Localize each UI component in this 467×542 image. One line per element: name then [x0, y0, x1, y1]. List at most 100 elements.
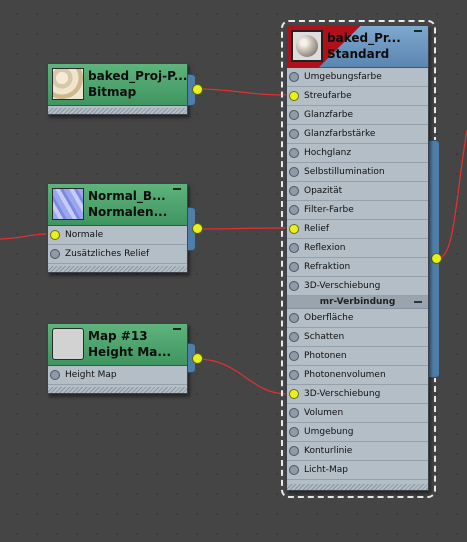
slot-hochglanz[interactable]: Hochglanz [287, 144, 428, 163]
slot-filter-farbe[interactable]: Filter-Farbe [287, 201, 428, 220]
collapse-icon[interactable] [173, 188, 181, 190]
material-sphere-thumbnail [291, 30, 323, 62]
input-port[interactable] [289, 332, 299, 342]
slot-label: Konturlinie [304, 446, 353, 456]
slot-oberflaeche[interactable]: Oberfläche [287, 309, 428, 328]
input-port[interactable] [289, 148, 299, 158]
node-normal-bump[interactable]: Normal_B... Normalen... Normale Zusätzli… [47, 183, 188, 273]
slot-zusaetzliches-relief[interactable]: Zusätzliches Relief [48, 245, 187, 264]
resize-grip[interactable] [48, 266, 187, 272]
slot-label: Filter-Farbe [304, 205, 354, 215]
input-port[interactable] [50, 249, 60, 259]
output-port[interactable] [431, 253, 442, 264]
input-port[interactable] [289, 351, 299, 361]
input-port[interactable] [289, 186, 299, 196]
normal-map-thumbnail [52, 188, 84, 220]
input-port[interactable] [289, 370, 299, 380]
input-port[interactable] [289, 110, 299, 120]
node-header[interactable]: baked_Pr... Standard [287, 26, 428, 68]
input-port-active[interactable] [289, 224, 299, 234]
wire-standard-output [436, 129, 467, 260]
input-port[interactable] [289, 281, 299, 291]
slot-glanzfarbe[interactable]: Glanzfarbe [287, 106, 428, 125]
slot-label: Oberfläche [304, 313, 354, 323]
slot-refraktion[interactable]: Refraktion [287, 258, 428, 277]
node-header[interactable]: Map #13 Height Ma... [48, 324, 187, 366]
output-port[interactable] [192, 223, 203, 234]
node-header[interactable]: Normal_B... Normalen... [48, 184, 187, 226]
slot-photonenvolumen[interactable]: Photonenvolumen [287, 366, 428, 385]
slot-label: Reflexion [304, 243, 346, 253]
wire-normal-to-relief [196, 227, 288, 230]
slot-normale[interactable]: Normale [48, 226, 187, 245]
slot-streufarbe[interactable]: Streufarbe [287, 87, 428, 106]
slot-height-map[interactable]: Height Map [48, 366, 187, 385]
input-port-active[interactable] [50, 230, 60, 240]
section-mr-verbindung[interactable]: mr-Verbindung [287, 296, 428, 309]
slot-label: Selbstillumination [304, 167, 385, 177]
slot-schatten[interactable]: Schatten [287, 328, 428, 347]
node-map13-height-map[interactable]: Map #13 Height Ma... Height Map [47, 323, 188, 394]
slot-3d-verschiebung[interactable]: 3D-Verschiebung [287, 277, 428, 296]
collapse-icon[interactable] [414, 301, 422, 303]
input-port-active[interactable] [289, 389, 299, 399]
slot-relief[interactable]: Relief [287, 220, 428, 239]
slot-konturlinie[interactable]: Konturlinie [287, 442, 428, 461]
input-port[interactable] [289, 262, 299, 272]
wire-input-to-normale [0, 233, 47, 240]
wire-heightmap-to-displacement [196, 358, 288, 395]
slot-label: Normale [65, 230, 104, 240]
slot-label: 3D-Verschiebung [304, 281, 381, 291]
slot-label: Licht-Map [304, 465, 348, 475]
input-port[interactable] [289, 129, 299, 139]
slot-label: Photonen [304, 351, 347, 361]
resize-grip[interactable] [48, 108, 187, 114]
slot-reflexion[interactable]: Reflexion [287, 239, 428, 258]
node-title: Normal_B... [88, 189, 166, 203]
collapse-icon[interactable] [414, 30, 422, 32]
input-port[interactable] [289, 205, 299, 215]
wire-bitmap-to-streufarbe [196, 88, 288, 96]
input-port[interactable] [289, 313, 299, 323]
output-port[interactable] [192, 84, 203, 95]
node-subtitle: Normalen... [88, 205, 168, 219]
input-port[interactable] [289, 408, 299, 418]
slot-licht-map[interactable]: Licht-Map [287, 461, 428, 480]
collapse-icon[interactable] [173, 328, 181, 330]
slot-label: Umgebungsfarbe [304, 72, 382, 82]
slot-mr-3d-verschiebung[interactable]: 3D-Verschiebung [287, 385, 428, 404]
slot-label: Refraktion [304, 262, 351, 272]
slot-label: Glanzfarbstärke [304, 129, 376, 139]
slot-label: Volumen [304, 408, 344, 418]
input-port[interactable] [289, 427, 299, 437]
slot-opazitaet[interactable]: Opazität [287, 182, 428, 201]
input-port[interactable] [50, 370, 60, 380]
node-subtitle: Standard [327, 47, 390, 61]
node-baked-proj-bitmap[interactable]: baked_Proj-P... Bitmap [47, 63, 188, 115]
input-port[interactable] [289, 465, 299, 475]
slot-label: Zusätzliches Relief [65, 249, 150, 259]
slot-umgebung[interactable]: Umgebung [287, 423, 428, 442]
slot-label: Relief [304, 224, 330, 234]
slot-label: Schatten [304, 332, 345, 342]
node-header[interactable]: baked_Proj-P... Bitmap [48, 64, 187, 106]
slot-selbstillumination[interactable]: Selbstillumination [287, 163, 428, 182]
node-subtitle: Height Ma... [88, 345, 172, 359]
node-title: baked_Pr... [327, 31, 401, 45]
slot-label: Streufarbe [304, 91, 352, 101]
input-port[interactable] [289, 446, 299, 456]
input-port[interactable] [289, 243, 299, 253]
input-port-active[interactable] [289, 91, 299, 101]
resize-grip[interactable] [287, 484, 428, 490]
output-port[interactable] [192, 353, 203, 364]
input-port[interactable] [289, 167, 299, 177]
node-standard-material[interactable]: baked_Pr... Standard Umgebungsfarbe Stre… [286, 25, 429, 491]
slot-label: Glanzfarbe [304, 110, 354, 120]
resize-grip[interactable] [48, 387, 187, 393]
node-title: Map #13 [88, 329, 148, 343]
slot-umgebungsfarbe[interactable]: Umgebungsfarbe [287, 68, 428, 87]
input-port[interactable] [289, 72, 299, 82]
slot-photonen[interactable]: Photonen [287, 347, 428, 366]
slot-volumen[interactable]: Volumen [287, 404, 428, 423]
slot-glanzfarbstaerke[interactable]: Glanzfarbstärke [287, 125, 428, 144]
